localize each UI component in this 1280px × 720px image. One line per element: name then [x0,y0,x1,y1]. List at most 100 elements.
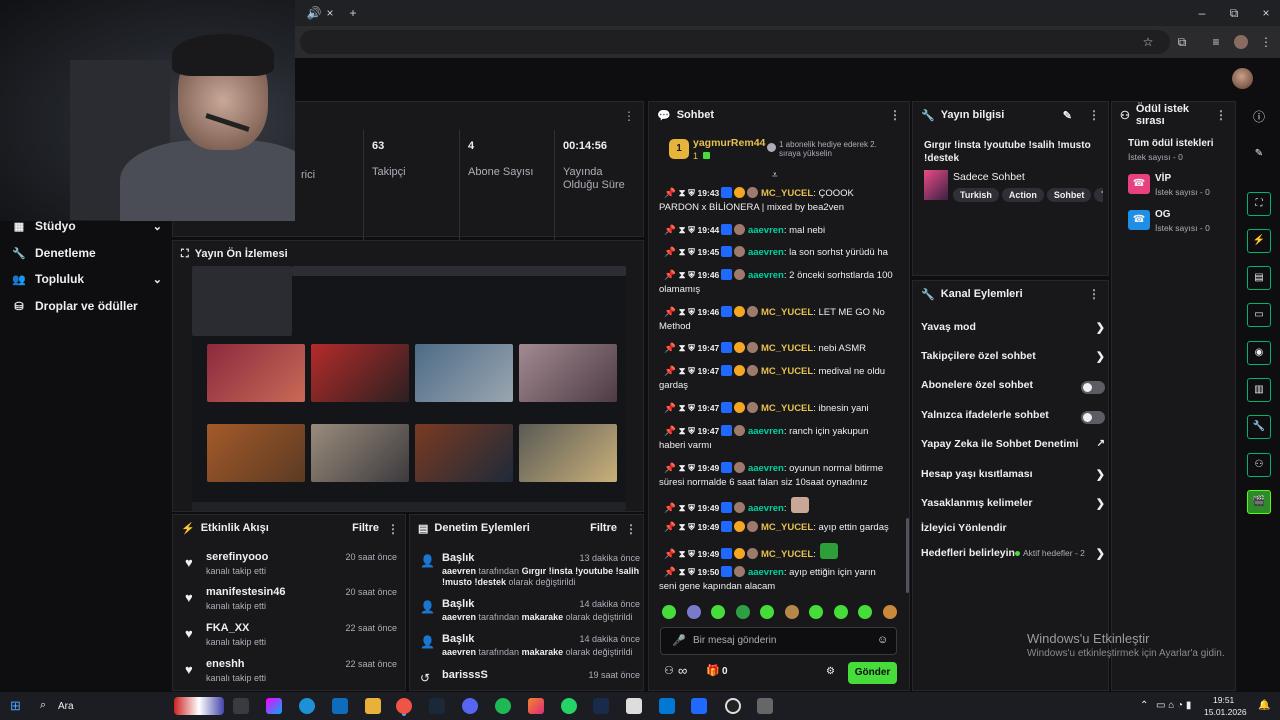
pin-icon[interactable]: 📌 [659,270,676,281]
message-username[interactable]: MC_YUCEL [761,549,813,560]
emote-icon[interactable] [833,605,848,619]
discord-icon[interactable] [462,698,478,714]
gift-box-icon[interactable]: 🎁 [706,664,720,677]
stream-info-menu-icon[interactable]: ⋮ [1088,108,1100,122]
stream-info-icon[interactable]: ▥ [1247,378,1271,402]
extensions-icon[interactable]: ⧉ [1172,33,1192,51]
emote-icon[interactable] [711,605,725,619]
all-rewards-title[interactable]: Tüm ödül istekleri [1128,138,1214,149]
tab-close-button[interactable]: × [320,4,340,22]
subs-only-toggle[interactable] [1081,381,1105,394]
activity-user[interactable]: serefinyooo [206,551,268,563]
reward-icon[interactable]: ⚇ [1247,453,1271,477]
preview-widget-icon[interactable]: ⛶ [1247,192,1271,216]
clapperboard-icon[interactable]: 🎬 [1247,490,1271,514]
shield-icon[interactable]: ⛨ [688,366,697,377]
message-username[interactable]: aaevren [748,426,784,437]
setting-account-age[interactable]: Hesap yaşı kısıtlaması ❯ [921,468,1105,488]
message-username[interactable]: MC_YUCEL [761,307,813,318]
message-username[interactable]: MC_YUCEL [761,366,813,377]
setting-ai-moderation[interactable]: Yapay Zeka ile Sohbet Denetimi ↗ [921,438,1105,458]
instagram-icon[interactable] [528,698,544,714]
collapse-pinned-icon[interactable]: ⩡ [772,170,778,181]
edit-pencil-icon[interactable]: ✎ [1247,143,1271,167]
nav-item-community[interactable]: 👥 Topluluk ⌄ [12,268,162,290]
shield-icon[interactable]: ⛨ [688,270,697,281]
reward-name[interactable]: VİP [1155,173,1171,184]
search-icon[interactable]: ⌕ [40,699,46,712]
bookmark-star-icon[interactable]: ☆ [1138,33,1158,51]
timeout-icon[interactable]: ⧗ [676,503,688,514]
steam-icon[interactable] [429,698,445,714]
restore-button[interactable]: ⧉ [1224,4,1244,22]
setting-slow-mode[interactable]: Yavaş mod ❯ [921,321,1105,341]
pin-icon[interactable]: 📌 [659,188,676,199]
pin-icon[interactable]: 📌 [659,403,676,414]
vscode-icon[interactable] [659,698,675,714]
emote-icon[interactable] [662,605,676,619]
broadcast-icon[interactable]: ◉ [1247,341,1271,365]
pin-icon[interactable]: 📌 [659,503,676,514]
shield-icon[interactable]: ⛨ [688,188,697,199]
emote-icon[interactable] [882,605,897,619]
mod-actions-filter-button[interactable]: Filtre [590,522,617,534]
lightning-icon[interactable]: ⚡ [1247,229,1271,253]
omnibox[interactable] [300,30,1170,54]
emote-icon[interactable] [735,605,750,619]
reward-queue-menu-icon[interactable]: ⋮ [1215,108,1227,122]
timeout-icon[interactable]: ⧗ [676,522,688,533]
timeout-icon[interactable]: ⧗ [676,247,688,258]
nav-item-drops[interactable]: ⛁ Droplar ve ödüller [12,295,162,317]
browser-menu-icon[interactable]: ⋮ [1256,33,1276,51]
timeout-icon[interactable]: ⧗ [676,225,688,236]
timeout-icon[interactable]: ⧗ [676,366,688,377]
send-button[interactable]: Gönder [848,662,897,684]
notification-icon[interactable]: 🔔 [1258,700,1270,711]
taskbar-search-label[interactable]: Ara [58,701,74,712]
shield-icon[interactable]: ⛨ [688,307,697,318]
pin-icon[interactable]: 📌 [659,426,676,437]
message-username[interactable]: MC_YUCEL [761,343,813,354]
file-explorer-icon[interactable] [365,698,381,714]
timeout-icon[interactable]: ⧗ [676,307,688,318]
nav-item-moderation[interactable]: 🔧 Denetleme [12,242,162,264]
setting-goals[interactable]: Hedefleri belirleyin Aktif hedefler - 2 … [921,547,1105,567]
pin-icon[interactable]: 📌 [659,549,676,560]
activity-user[interactable]: FKA_XX [206,622,249,634]
wrench-icon[interactable]: 🔧 [1247,415,1271,439]
profile-avatar[interactable] [1234,35,1248,49]
timeout-icon[interactable]: ⧗ [676,188,688,199]
app-icon[interactable] [757,698,773,714]
new-tab-button[interactable]: + [343,4,363,22]
message-username[interactable]: aaevren [748,247,784,258]
pin-icon[interactable]: 📌 [659,247,676,258]
copilot-icon[interactable] [266,698,282,714]
chrome-icon[interactable] [396,698,412,714]
emote-icon[interactable] [784,605,799,619]
obs-icon[interactable] [725,698,741,714]
message-username[interactable]: MC_YUCEL [761,188,813,199]
chat-bubble-icon[interactable]: ▭ [1247,303,1271,327]
edge-icon[interactable] [299,698,315,714]
chat-menu-icon[interactable]: ⋮ [889,108,901,122]
timeout-icon[interactable]: ⧗ [676,463,688,474]
timeout-icon[interactable]: ⧗ [676,567,688,578]
message-username[interactable]: aaevren [748,567,784,578]
setting-banned-words[interactable]: Yasaklanmış kelimeler ❯ [921,497,1105,517]
shield-icon[interactable]: ⛨ [688,522,697,533]
message-username[interactable]: aaevren [748,270,784,281]
tray-icons[interactable]: ▭ ⌂ ◔ ▮ [1156,700,1191,711]
activity-user[interactable]: manifestesin46 [206,586,285,598]
timeout-icon[interactable]: ⧗ [676,426,688,437]
app-icon[interactable] [691,698,707,714]
reward-name[interactable]: OG [1155,209,1171,220]
media-icon[interactable]: ≡ [1206,33,1226,51]
app-icon[interactable] [593,698,609,714]
minimize-button[interactable]: – [1192,4,1212,22]
tag[interactable]: Turkish [953,188,999,202]
outlook-icon[interactable] [332,698,348,714]
emoji-icon[interactable]: ☺ [877,634,888,646]
emote-only-toggle[interactable] [1081,411,1105,424]
message-username[interactable]: aaevren [748,503,784,514]
taskbar-date[interactable]: 15.01.2026 [1204,707,1247,717]
